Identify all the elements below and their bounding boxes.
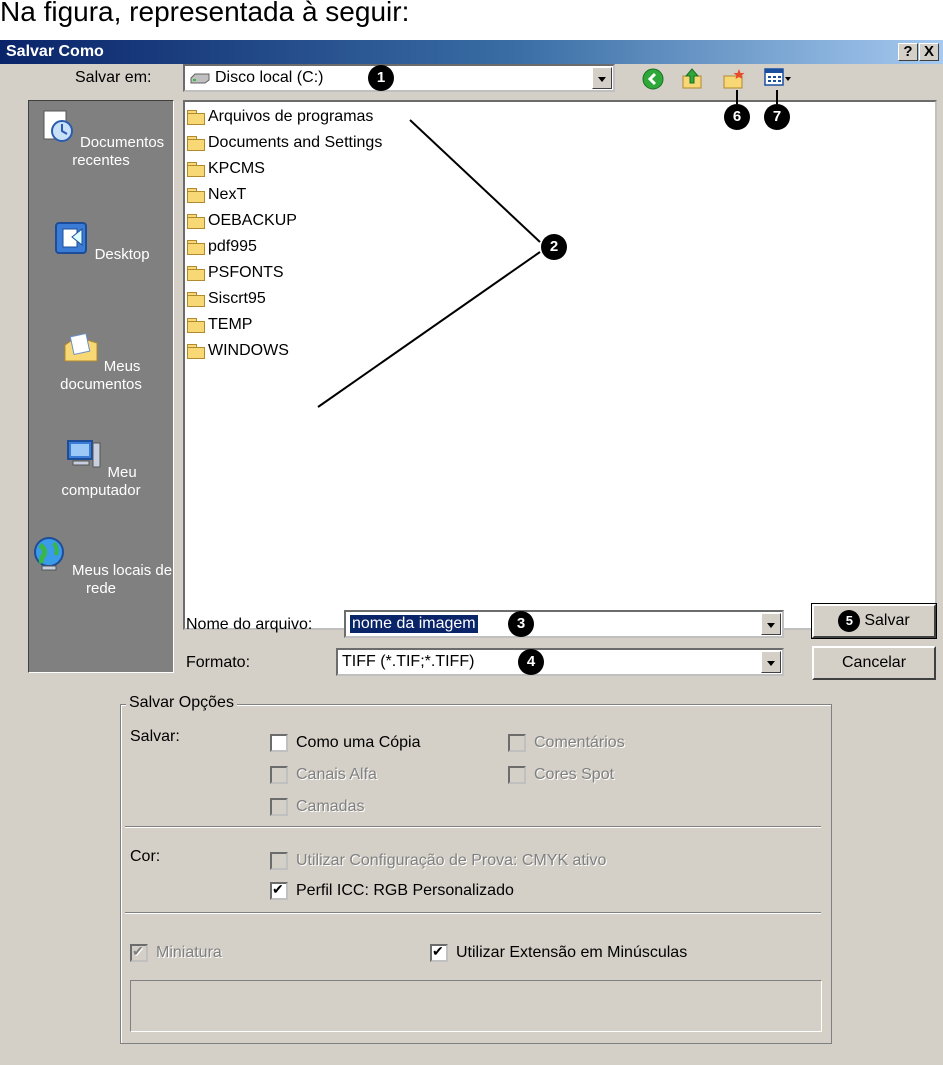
format-dropdown-arrow[interactable] [761,651,781,673]
spot-colors-checkbox: Cores Spot [508,766,614,788]
badge-6: 6 [724,104,750,130]
filename-value[interactable]: nome da imagem [350,615,478,633]
color-label: Cor: [130,848,161,865]
alpha-channels-checkbox: Canais Alfa [270,766,377,788]
badge-4: 4 [518,649,544,675]
thumbnail-checkbox: Miniatura [130,943,222,966]
lowercase-extension-checkbox[interactable]: Utilizar Extensão em Minúsculas [430,943,687,966]
badge-7: 7 [764,104,790,130]
icc-profile-checkbox[interactable]: Perfil ICC: RGB Personalizado [270,881,514,904]
proof-setup-checkbox: Utilizar Configuração de Prova: CMYK ati… [270,852,606,874]
badge-2: 2 [541,234,567,260]
badge-5: 5 [838,609,861,632]
caption-text: Na figura, representada à seguir: [0,0,943,40]
save-button[interactable]: 5 Salvar [811,603,937,639]
save-options-legend: Salvar Opções [126,694,237,712]
separator [125,912,821,914]
format-value: TIFF (*.TIF;*.TIFF) [342,653,475,670]
format-label: Formato: [186,654,251,671]
cancel-button[interactable]: Cancelar [812,646,936,680]
layers-checkbox: Camadas [270,798,364,820]
as-copy-checkbox[interactable]: Como uma Cópia [270,734,421,756]
comments-checkbox: Comentários [508,734,625,756]
filename-label: Nome do arquivo: [186,616,313,633]
description-box [130,980,822,1032]
filename-dropdown-arrow[interactable] [761,613,781,635]
save-label: Salvar: [130,728,180,745]
format-combo[interactable]: TIFF (*.TIF;*.TIFF) [336,648,784,676]
badge-3: 3 [508,611,534,637]
separator [125,826,821,828]
filename-combo[interactable]: nome da imagem [344,610,784,638]
save-as-dialog: Salvar Como ? X Salvar em: Disco local (… [0,40,943,1065]
